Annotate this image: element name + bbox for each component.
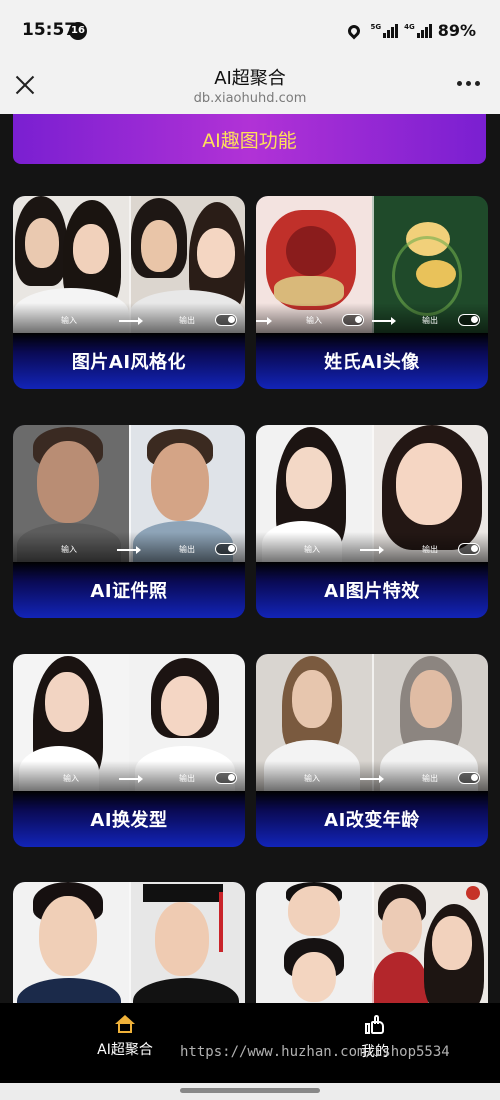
arrow-right-icon	[256, 317, 272, 325]
card-title-band: 图片AI风格化	[13, 333, 245, 389]
card-preview-image: 输入 输出	[256, 196, 488, 333]
more-options-icon[interactable]	[457, 81, 480, 86]
arrow-right-icon	[119, 775, 143, 783]
input-label: 输入	[306, 316, 322, 325]
input-label: 输入	[61, 316, 77, 325]
feature-card-couple-photo[interactable]	[256, 882, 488, 1004]
card-preview-image: 输入 输出	[13, 654, 245, 791]
card-title: 姓氏AI头像	[324, 352, 420, 373]
home-icon	[115, 1015, 135, 1033]
nav-item-label: AI超聚合	[97, 1042, 153, 1058]
output-label: 输出	[179, 774, 195, 783]
status-time: 15:57	[22, 20, 77, 40]
card-title: 图片AI风格化	[71, 352, 187, 373]
location-icon	[345, 22, 363, 39]
feature-card-style-transfer[interactable]: 输入 输出 图片AI风格化	[13, 196, 245, 389]
battery-level: 89%	[437, 21, 476, 40]
card-title-band: AI图片特效	[256, 562, 488, 618]
feature-card-age-change[interactable]: 输入 输出 AI改变年龄	[256, 654, 488, 847]
compare-toggle[interactable]	[458, 772, 480, 784]
browser-header: AI超聚合 db.xiaohuhd.com	[0, 58, 500, 114]
output-label: 输出	[422, 316, 438, 325]
feature-card-graduation-photo[interactable]	[13, 882, 245, 1004]
card-title: AI证件照	[90, 581, 168, 602]
compare-toggle[interactable]	[215, 314, 237, 326]
signal-5g-icon: 5G	[370, 23, 399, 38]
compare-toggle[interactable]	[342, 314, 364, 326]
output-label: 输出	[422, 774, 438, 783]
feature-card-photo-effects[interactable]: 输入 输出 AI图片特效	[256, 425, 488, 618]
arrow-right-icon	[360, 775, 384, 783]
input-label: 输入	[304, 774, 320, 783]
card-preview-image: 输入 输出	[13, 425, 245, 562]
card-preview-image: 输入 输出	[256, 654, 488, 791]
card-preview-image: 输入 输出	[13, 196, 245, 333]
card-preview-image: 输入 输出	[256, 425, 488, 562]
output-label: 输出	[179, 316, 195, 325]
thumbs-up-icon	[365, 1015, 385, 1035]
card-title: AI图片特效	[324, 581, 420, 602]
status-bar: 15:57 16 5G 4G 89%	[0, 0, 500, 58]
card-preview-image	[13, 882, 245, 1004]
input-label: 输入	[63, 774, 79, 783]
card-title-band: 姓氏AI头像	[256, 333, 488, 389]
feature-banner-button[interactable]: AI趣图功能	[13, 114, 486, 164]
page-title: AI超聚合	[214, 68, 286, 89]
feature-card-hairstyle-change[interactable]: 输入 输出 AI换发型	[13, 654, 245, 847]
home-indicator[interactable]	[180, 1088, 320, 1093]
feature-banner-label: AI趣图功能	[202, 129, 297, 152]
card-title-band: AI证件照	[13, 562, 245, 618]
compare-toggle[interactable]	[215, 543, 237, 555]
main-content: AI趣图功能 输入 输出 图片AI风格化 输入 输出 姓氏AI头像 输入 输出 …	[0, 114, 500, 1004]
compare-toggle[interactable]	[215, 772, 237, 784]
card-title: AI换发型	[90, 810, 168, 831]
output-label: 输出	[179, 545, 195, 554]
arrow-right-icon	[119, 317, 143, 325]
signal-4g-icon: 4G	[404, 23, 432, 38]
feature-card-surname-avatar[interactable]: 输入 输出 姓氏AI头像	[256, 196, 488, 389]
watermark-text: https://www.huzhan.com/ishop5534	[180, 1044, 450, 1060]
nav-item-home[interactable]: AI超聚合	[65, 1015, 185, 1059]
arrow-right-icon	[360, 546, 384, 554]
card-preview-image	[256, 882, 488, 1004]
card-title-band: AI改变年龄	[256, 791, 488, 847]
output-label: 输出	[422, 545, 438, 554]
status-icons: 5G 4G 89%	[345, 21, 476, 40]
compare-toggle[interactable]	[458, 543, 480, 555]
notification-badge: 16	[69, 22, 87, 40]
input-label: 输入	[304, 545, 320, 554]
input-label: 输入	[61, 545, 77, 554]
feature-card-id-photo[interactable]: 输入 输出 AI证件照	[13, 425, 245, 618]
card-title: AI改变年龄	[324, 810, 420, 831]
compare-toggle[interactable]	[458, 314, 480, 326]
card-title-band: AI换发型	[13, 791, 245, 847]
arrow-right-icon	[372, 317, 396, 325]
page-url: db.xiaohuhd.com	[193, 91, 307, 106]
bottom-navigation: AI超聚合 我的	[0, 1003, 500, 1083]
arrow-right-icon	[117, 546, 141, 554]
